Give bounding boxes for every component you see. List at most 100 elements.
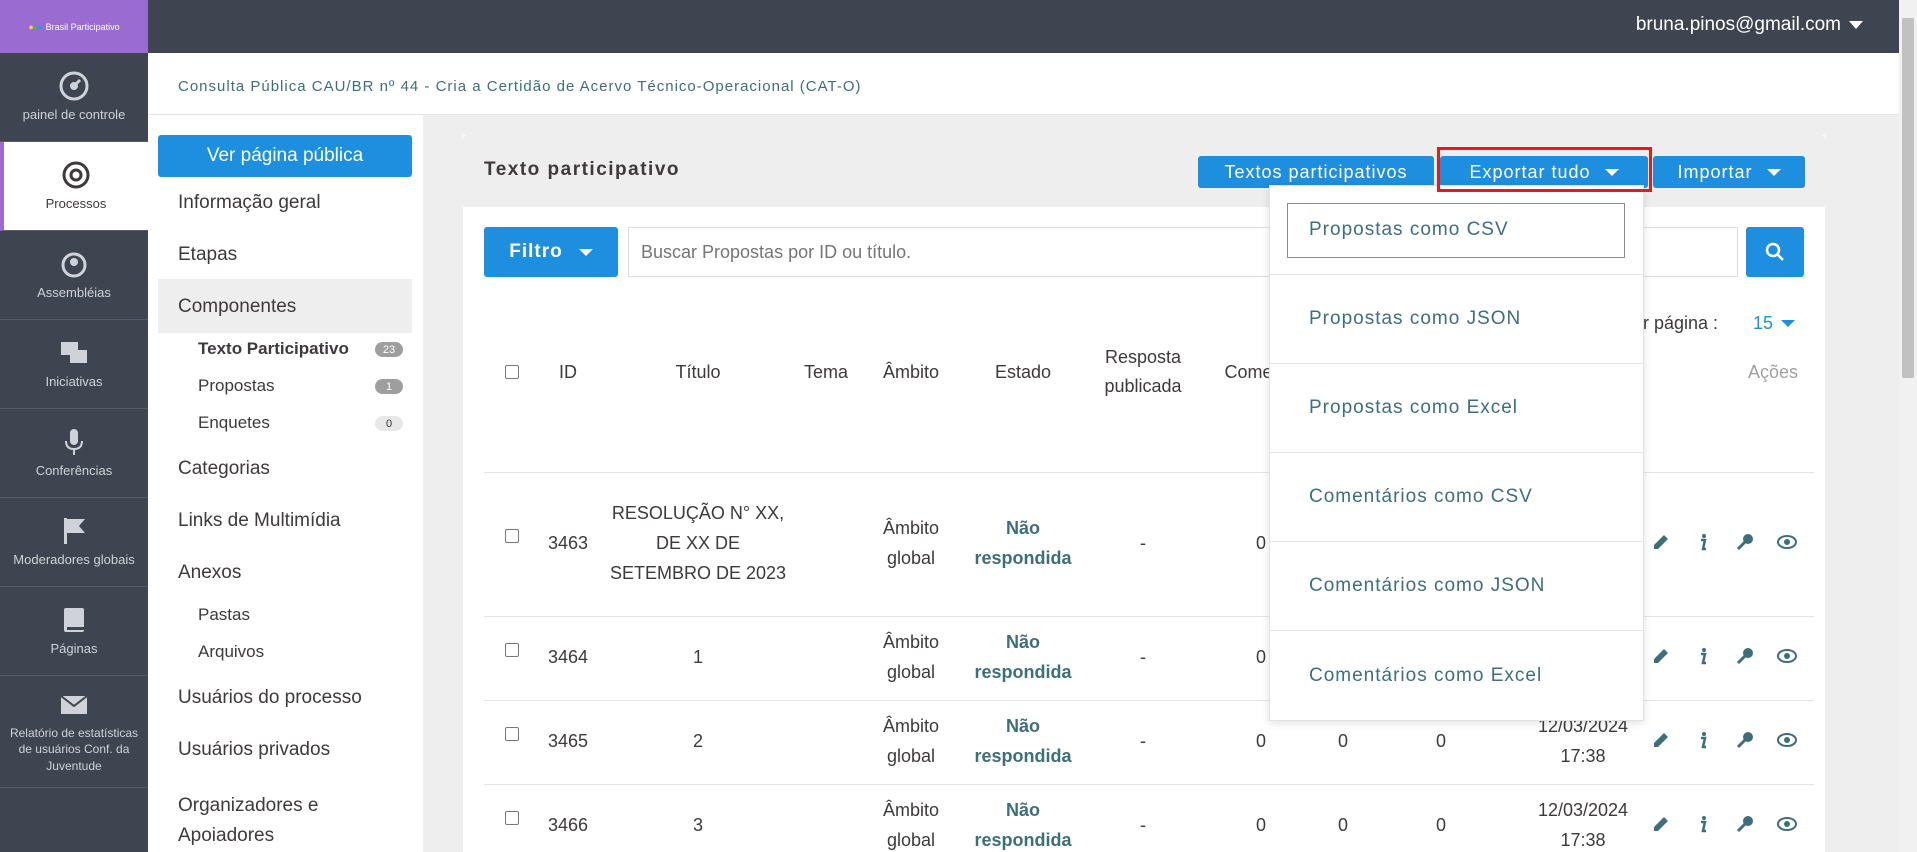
pencil-icon[interactable] <box>1651 814 1671 834</box>
info-icon[interactable] <box>1693 646 1713 666</box>
row-actions <box>1651 646 1811 666</box>
column-header-id[interactable]: ID <box>518 327 618 417</box>
filter-button[interactable]: Filtro <box>484 227 618 277</box>
row-checkbox[interactable] <box>505 529 519 543</box>
column-header-published-answer[interactable]: Resposta publicada <box>1083 327 1203 417</box>
page-scrollbar[interactable] <box>1899 0 1917 852</box>
sidebar-item-proposals[interactable]: Propostas <box>198 376 275 396</box>
row-answer: - <box>1140 815 1146 836</box>
export-comments-json[interactable]: Comentários como JSON <box>1270 542 1643 631</box>
info-icon[interactable] <box>1693 730 1713 750</box>
brand-logo[interactable]: ●●● Brasil Participativo <box>0 0 148 53</box>
sidebar-item-steps[interactable]: Etapas <box>178 244 237 266</box>
sidebar-item-components[interactable]: Componentes <box>178 296 296 318</box>
row-date: 12/03/2024 17:38 <box>1537 800 1629 850</box>
info-icon[interactable] <box>1693 814 1713 834</box>
sidebar-item-organizers[interactable]: Organizadores e Apoiadores <box>178 791 358 852</box>
nav-label: Assembléias <box>37 285 111 301</box>
row-id: 3463 <box>547 533 589 554</box>
button-label: Importar <box>1677 161 1753 182</box>
export-proposals-excel[interactable]: Propostas como Excel <box>1270 364 1643 453</box>
scrollbar-thumb[interactable] <box>1902 18 1914 378</box>
chevron-down-icon <box>1781 320 1796 327</box>
info-icon[interactable] <box>1693 532 1713 552</box>
sidebar-item-categories[interactable]: Categorias <box>178 458 270 480</box>
nav-item-conferences[interactable]: Conferências <box>0 409 148 498</box>
pencil-icon[interactable] <box>1651 730 1671 750</box>
pencil-icon[interactable] <box>1651 646 1671 666</box>
row-title[interactable]: RESOLUÇÃO N° XX, DE XX DE SETEMBRO DE 20… <box>608 472 788 616</box>
nav-item-processes[interactable]: Processos <box>0 142 148 231</box>
dashboard-icon <box>58 70 90 102</box>
sidebar-item-polls[interactable]: Enquetes <box>198 413 270 433</box>
page-title: Consulta Pública CAU/BR nº 44 - Cria a C… <box>178 78 862 95</box>
export-comments-csv[interactable]: Comentários como CSV <box>1270 453 1643 542</box>
sidebar-item-files[interactable]: Arquivos <box>198 642 264 662</box>
nav-item-initiatives[interactable]: Iniciativas <box>0 320 148 409</box>
user-menu[interactable]: bruna.pinos@gmail.com <box>1636 14 1863 36</box>
count-badge: 0 <box>375 416 403 431</box>
view-public-page-button[interactable]: Ver página pública <box>158 135 412 177</box>
row-answer: - <box>1140 533 1146 554</box>
import-button[interactable]: Importar <box>1653 156 1805 188</box>
sidebar-item-folders[interactable]: Pastas <box>198 605 250 625</box>
sidebar-item-general-info[interactable]: Informação geral <box>178 192 321 214</box>
row-title[interactable]: 1 <box>608 616 788 700</box>
row-id: 3466 <box>547 815 589 836</box>
nav-item-pages[interactable]: Páginas <box>0 587 148 676</box>
user-email: bruna.pinos@gmail.com <box>1635 14 1841 35</box>
column-header-actions: Ações <box>1747 361 1799 382</box>
column-header-scope[interactable]: Âmbito <box>861 327 961 417</box>
eye-icon[interactable] <box>1777 730 1797 750</box>
sidebar-item-media-links[interactable]: Links de Multimídia <box>178 510 341 532</box>
sidebar-item-private-users[interactable]: Usuários privados <box>178 739 330 761</box>
nav-item-statistics-report[interactable]: Relatório de estatísticas de usuários Co… <box>0 676 148 788</box>
button-label: Textos participativos <box>1224 161 1408 182</box>
pencil-icon[interactable] <box>1651 532 1671 552</box>
row-checkbox[interactable] <box>505 811 519 825</box>
nav-item-global-moderators[interactable]: Moderadores globais <box>0 498 148 587</box>
count-badge: 1 <box>375 379 403 394</box>
sidebar-item-attachments[interactable]: Anexos <box>178 562 241 584</box>
column-header-theme[interactable]: Tema <box>781 327 871 417</box>
eye-icon[interactable] <box>1777 646 1797 666</box>
export-proposals-csv[interactable]: Propostas como CSV <box>1270 186 1643 275</box>
brand-text: Brasil Participativo <box>45 21 120 32</box>
row-state: Não respondida <box>974 716 1072 766</box>
eye-icon[interactable] <box>1777 532 1797 552</box>
key-icon[interactable] <box>1735 646 1755 666</box>
chevron-down-icon <box>1849 21 1863 29</box>
export-comments-excel[interactable]: Comentários como Excel <box>1270 631 1643 720</box>
row-checkbox[interactable] <box>505 727 519 741</box>
row-title[interactable]: 3 <box>608 784 788 852</box>
card-title: Texto participativo <box>484 159 681 180</box>
export-proposals-json[interactable]: Propostas como JSON <box>1270 275 1643 364</box>
highlight-box <box>1437 147 1652 192</box>
column-header-title[interactable]: Título <box>608 327 788 417</box>
sidebar-item-label: Enquetes <box>198 413 270 432</box>
row-checkbox[interactable] <box>505 643 519 657</box>
nav-label: Processos <box>45 196 107 212</box>
key-icon[interactable] <box>1735 814 1755 834</box>
nav-label: Conferências <box>35 463 113 479</box>
key-icon[interactable] <box>1735 730 1755 750</box>
column-header-state[interactable]: Estado <box>958 327 1088 417</box>
row-actions <box>1651 730 1811 750</box>
participatory-texts-button[interactable]: Textos participativos <box>1198 156 1434 188</box>
logo-dots-icon: ●●● <box>28 21 42 32</box>
select-all-checkbox[interactable] <box>505 365 519 379</box>
row-count-3: 0 <box>1435 815 1446 836</box>
nav-item-assemblies[interactable]: Assembléias <box>0 231 148 320</box>
eye-icon[interactable] <box>1777 814 1797 834</box>
sidebar-item-label: Texto Participativo <box>198 339 349 358</box>
nav-label: Moderadores globais <box>13 552 135 568</box>
key-icon[interactable] <box>1735 532 1755 552</box>
row-id: 3465 <box>547 731 589 752</box>
row-title[interactable]: 2 <box>608 700 788 784</box>
flag-icon <box>58 515 90 547</box>
nav-item-dashboard[interactable]: painel de controle <box>0 53 148 142</box>
search-button[interactable] <box>1746 227 1804 277</box>
book-icon <box>58 604 90 636</box>
sidebar-item-process-users[interactable]: Usuários do processo <box>178 687 362 709</box>
menu-item-label: Comentários como CSV <box>1309 486 1533 507</box>
